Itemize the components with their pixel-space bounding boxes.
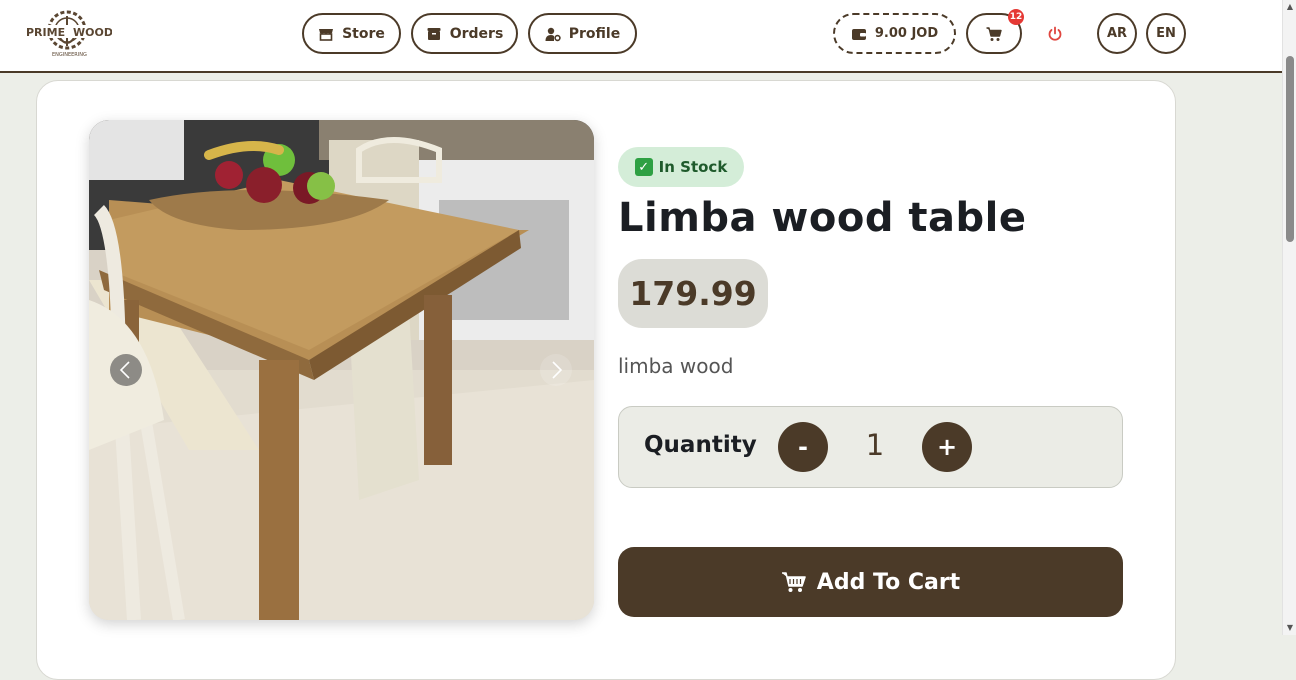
lang-ar-button[interactable]: AR: [1097, 13, 1137, 54]
quantity-value: 1: [865, 428, 885, 462]
profile-button[interactable]: Profile: [528, 13, 637, 54]
power-icon: [1048, 26, 1062, 41]
chevron-left-icon: [119, 361, 130, 379]
cart-icon: [986, 26, 1002, 41]
product-description: limba wood: [618, 354, 734, 378]
table-photo: [89, 120, 594, 620]
brand-logo[interactable]: PRIME WOOD ENGINEERING: [22, 4, 113, 62]
store-button[interactable]: Store: [302, 13, 401, 54]
scroll-thumb[interactable]: [1286, 56, 1294, 242]
add-to-cart-label: Add To Cart: [816, 569, 961, 595]
logo-tagline: ENGINEERING: [52, 52, 87, 58]
user-gear-icon: [545, 27, 561, 41]
chevron-right-icon: [552, 361, 563, 379]
quantity-stepper: Quantity - 1 +: [618, 406, 1123, 488]
store-label: Store: [342, 25, 385, 42]
product-price: 179.99: [618, 259, 768, 328]
logo-name-right: WOOD: [73, 26, 112, 39]
decrease-quantity-button[interactable]: -: [778, 422, 828, 472]
stock-status-text: In Stock: [658, 158, 728, 176]
carousel-next-button[interactable]: [540, 354, 572, 386]
page-scrollbar[interactable]: ▲ ▼: [1282, 0, 1296, 635]
add-to-cart-button[interactable]: Add To Cart: [618, 547, 1123, 617]
orders-icon: [427, 27, 441, 40]
quantity-label: Quantity: [644, 432, 757, 458]
cart-button[interactable]: 12: [966, 9, 1024, 54]
wallet-icon: [851, 28, 866, 40]
wallet-balance[interactable]: 9.00 JOD: [833, 13, 956, 54]
scroll-up-arrow[interactable]: ▲: [1285, 2, 1295, 12]
stock-status-badge: ✓ In Stock: [618, 147, 744, 187]
scroll-down-arrow[interactable]: ▼: [1285, 623, 1295, 633]
lang-en-button[interactable]: EN: [1146, 13, 1186, 54]
increase-quantity-button[interactable]: +: [922, 422, 972, 472]
orders-button[interactable]: Orders: [411, 13, 518, 54]
wallet-amount: 9.00 JOD: [874, 26, 939, 41]
product-image: [89, 120, 594, 620]
store-icon: [319, 28, 334, 41]
check-icon: ✓: [634, 158, 653, 176]
orders-label: Orders: [449, 25, 504, 42]
profile-label: Profile: [568, 25, 621, 42]
product-title: Limba wood table: [618, 195, 1027, 241]
cart-count-badge: 12: [1008, 9, 1024, 25]
logo-mark: PRIME WOOD ENGINEERING: [26, 10, 113, 58]
cart-icon: [781, 572, 806, 592]
top-navbar: PRIME WOOD ENGINEERING Store Orders Prof…: [0, 0, 1282, 73]
logout-button[interactable]: [1043, 22, 1067, 46]
logo-name-left: PRIME: [26, 26, 65, 39]
carousel-prev-button[interactable]: [110, 354, 142, 386]
